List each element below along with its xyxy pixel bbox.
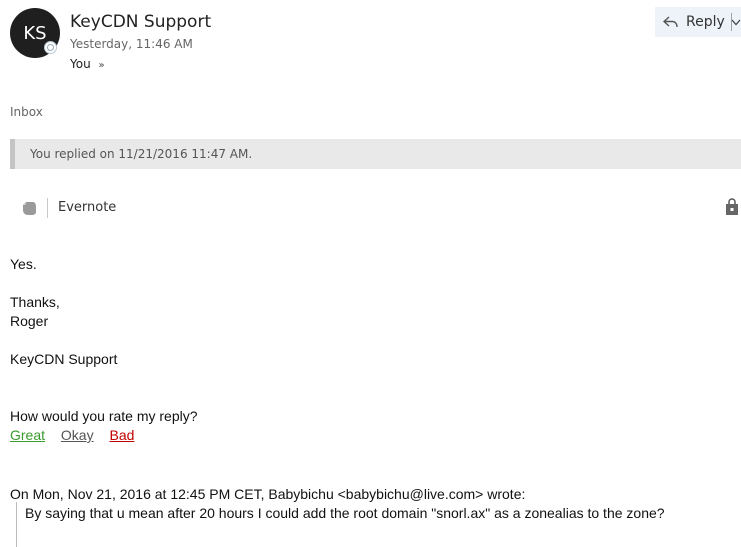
- reply-button[interactable]: Reply: [655, 7, 731, 37]
- body-line-name: Roger: [10, 313, 49, 329]
- message-header: KS KeyCDN Support Yesterday, 11:46 AM Yo…: [0, 0, 741, 80]
- addin-divider: [47, 198, 48, 218]
- sender-name[interactable]: KeyCDN Support: [70, 12, 211, 32]
- store-bag-icon[interactable]: [724, 198, 740, 216]
- folder-label[interactable]: Inbox: [10, 105, 43, 119]
- body-line-thanks: Thanks,: [10, 294, 60, 310]
- reply-label: Reply: [686, 14, 725, 30]
- message-time: Yesterday, 11:46 AM: [70, 37, 193, 51]
- recipient-name: You: [70, 57, 91, 71]
- body-signature: KeyCDN Support: [10, 351, 118, 367]
- quote-header: On Mon, Nov 21, 2016 at 12:45 PM CET, Ba…: [10, 486, 526, 502]
- rating-links: Great Okay Bad: [10, 426, 146, 445]
- replied-notice-text: You replied on 11/21/2016 11:47 AM.: [30, 147, 253, 161]
- presence-icon: [44, 41, 57, 54]
- evernote-addin-label[interactable]: Evernote: [58, 200, 116, 215]
- rate-great-link[interactable]: Great: [10, 427, 45, 443]
- body-line-yes: Yes.: [10, 256, 37, 272]
- quote-bar: [16, 502, 17, 547]
- chevron-down-icon: [731, 19, 741, 25]
- double-chevron-down-icon[interactable]: »: [99, 60, 105, 71]
- rate-bad-link[interactable]: Bad: [109, 427, 134, 443]
- addin-bar: Evernote: [0, 192, 741, 224]
- rate-okay-link[interactable]: Okay: [61, 427, 94, 443]
- evernote-icon[interactable]: [20, 199, 38, 217]
- replied-notice: You replied on 11/21/2016 11:47 AM.: [10, 139, 741, 169]
- recipient-line[interactable]: You »: [70, 57, 105, 71]
- avatar-initials: KS: [23, 22, 47, 44]
- reply-split-button: Reply: [655, 7, 741, 37]
- rate-question: How would you rate my reply?: [10, 408, 198, 424]
- reply-options-button[interactable]: [731, 7, 741, 37]
- quote-text: By saying that u mean after 20 hours I c…: [25, 505, 665, 521]
- reply-icon: [663, 16, 678, 28]
